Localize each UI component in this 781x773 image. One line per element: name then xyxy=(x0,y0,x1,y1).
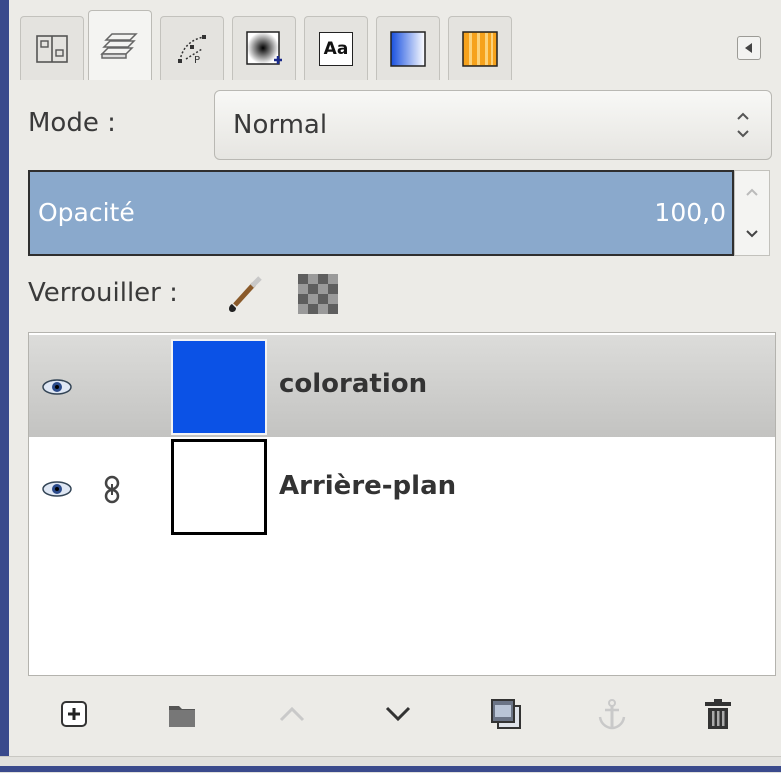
duplicate-layer-icon xyxy=(491,699,521,729)
tab-paths[interactable]: P xyxy=(160,16,224,80)
tab-brushes[interactable] xyxy=(232,16,296,80)
tab-fonts[interactable]: Aa xyxy=(304,16,368,80)
lower-layer-button[interactable] xyxy=(374,690,422,738)
opacity-increase-button[interactable] xyxy=(735,171,769,213)
new-layer-group-button[interactable] xyxy=(158,690,206,738)
paintbrush-lock-icon[interactable] xyxy=(222,274,266,318)
mode-label: Mode : xyxy=(28,108,116,138)
layer-thumbnail-fill xyxy=(173,341,265,433)
mode-select[interactable]: Normal xyxy=(214,90,772,160)
tab-tool-options[interactable] xyxy=(20,16,84,80)
tool-options-icon xyxy=(36,34,68,63)
gradient-orange-icon xyxy=(462,30,498,67)
gradient-blue-icon xyxy=(390,30,426,67)
layer-name[interactable]: Arrière-plan xyxy=(279,471,456,501)
layer-thumbnail[interactable] xyxy=(171,439,267,535)
opacity-spin-buttons xyxy=(734,170,770,256)
eye-icon[interactable] xyxy=(41,479,73,499)
checkerboard-lock-icon[interactable] xyxy=(296,272,340,316)
dock-tab-bar: P Aa xyxy=(20,10,775,80)
layers-toolbar xyxy=(28,690,776,740)
new-layer-group-icon xyxy=(169,706,195,727)
window-frame-left xyxy=(0,0,9,772)
lower-layer-icon xyxy=(385,706,411,722)
new-layer-icon xyxy=(61,701,87,727)
layer-thumbnail[interactable] xyxy=(171,339,267,435)
paths-icon: P xyxy=(178,34,206,66)
opacity-scale[interactable]: Opacité 100,0 xyxy=(28,170,734,256)
opacity-value: 100,0 xyxy=(654,198,726,227)
select-arrows-icon xyxy=(737,112,749,138)
fonts-icon: Aa xyxy=(319,31,353,66)
layers-list: coloration Arrière-plan xyxy=(28,332,776,676)
raise-layer-icon xyxy=(279,706,305,722)
tab-menu-button[interactable] xyxy=(737,36,761,60)
opacity-label: Opacité xyxy=(38,198,135,227)
delete-layer-icon xyxy=(705,699,731,729)
anchor-layer-button[interactable] xyxy=(588,690,636,738)
eye-icon[interactable] xyxy=(41,377,73,397)
chevron-down-icon xyxy=(746,230,758,238)
tab-layers[interactable] xyxy=(88,10,152,80)
layer-row-arriere-plan[interactable]: Arrière-plan xyxy=(29,437,775,539)
chevron-up-icon xyxy=(746,188,758,196)
chain-icon[interactable] xyxy=(99,475,125,505)
anchor-layer-icon xyxy=(598,699,626,730)
svg-text:P: P xyxy=(194,55,200,66)
opacity-decrease-button[interactable] xyxy=(735,213,769,255)
layer-name[interactable]: coloration xyxy=(279,369,427,399)
raise-layer-button[interactable] xyxy=(268,690,316,738)
layers-icon xyxy=(100,32,138,59)
duplicate-layer-button[interactable] xyxy=(482,690,530,738)
new-layer-button[interactable] xyxy=(50,690,98,738)
window-frame-bottom-edge xyxy=(0,766,781,772)
brush-icon xyxy=(246,30,282,65)
tab-palettes[interactable] xyxy=(448,16,512,80)
delete-layer-button[interactable] xyxy=(694,690,742,738)
lock-label: Verrouiller : xyxy=(28,278,178,308)
tab-menu-icon xyxy=(745,43,752,53)
tab-gradients[interactable] xyxy=(376,16,440,80)
mode-value: Normal xyxy=(233,110,328,140)
layer-row-coloration[interactable]: coloration xyxy=(29,335,775,437)
